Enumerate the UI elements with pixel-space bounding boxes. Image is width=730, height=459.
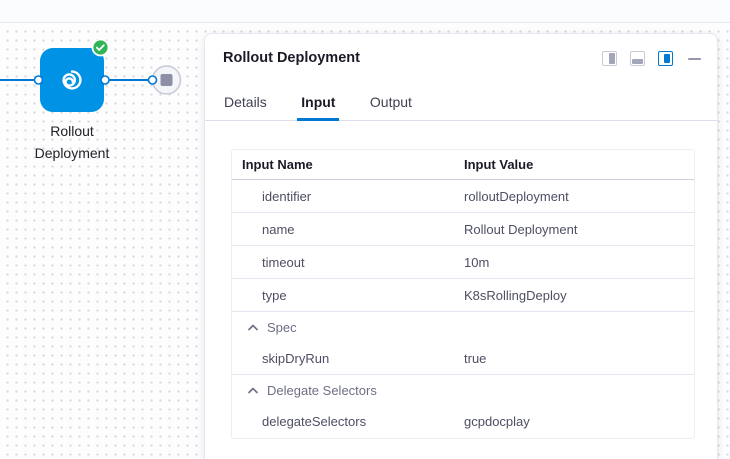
table-row: type K8sRollingDeploy (232, 279, 694, 312)
panel-title: Rollout Deployment (223, 50, 360, 66)
input-table: Input Name Input Value identifier rollou… (231, 149, 695, 439)
input-name-cell: delegateSelectors (232, 414, 464, 429)
tab-input[interactable]: Input (297, 90, 339, 121)
tab-details[interactable]: Details (220, 90, 271, 121)
chevron-up-icon (248, 387, 258, 394)
node-label-line2: Deployment (4, 142, 140, 164)
input-name-cell: type (232, 288, 464, 303)
column-input-name: Input Name (232, 157, 464, 172)
table-row: delegateSelectors gcpdocplay (232, 405, 694, 438)
tab-output[interactable]: Output (366, 90, 416, 121)
dock-bottom-icon[interactable] (630, 51, 645, 66)
node-port-left[interactable] (35, 76, 43, 84)
panel-window-controls (589, 51, 701, 66)
minimize-dash-icon[interactable] (688, 58, 701, 60)
pipeline-flow (0, 40, 200, 130)
input-name-cell: name (232, 222, 464, 237)
table-row: name Rollout Deployment (232, 213, 694, 246)
input-value-cell: gcpdocplay (464, 414, 694, 429)
dock-right-active-icon[interactable] (658, 51, 673, 66)
table-header-row: Input Name Input Value (232, 150, 694, 180)
input-value-cell: rolloutDeployment (464, 189, 694, 204)
input-name-cell: skipDryRun (232, 351, 464, 366)
table-row: timeout 10m (232, 246, 694, 279)
group-label: Spec (267, 320, 297, 335)
group-label: Delegate Selectors (267, 383, 377, 398)
end-node-port[interactable] (149, 76, 157, 84)
table-group-row[interactable]: Delegate Selectors (232, 375, 694, 405)
table-row: identifier rolloutDeployment (232, 180, 694, 213)
node-label-line1: Rollout (4, 120, 140, 142)
table-group-row[interactable]: Spec (232, 312, 694, 342)
stop-square-icon (161, 74, 173, 86)
table-row: skipDryRun true (232, 342, 694, 375)
table-body: identifier rolloutDeployment name Rollou… (232, 180, 694, 438)
step-details-panel: Rollout Deployment Details Input Output … (204, 33, 718, 459)
node-port-right[interactable] (101, 76, 109, 84)
node-label: Rollout Deployment (4, 120, 140, 164)
dock-right-icon[interactable] (602, 51, 617, 66)
input-name-cell: identifier (232, 189, 464, 204)
column-input-value: Input Value (464, 157, 694, 172)
input-value-cell: true (464, 351, 694, 366)
input-value-cell: K8sRollingDeploy (464, 288, 694, 303)
chevron-up-icon (248, 324, 258, 331)
top-strip (0, 0, 730, 23)
panel-tabs: Details Input Output (205, 90, 717, 121)
input-value-cell: Rollout Deployment (464, 222, 694, 237)
input-value-cell: 10m (464, 255, 694, 270)
success-check-icon (93, 40, 109, 56)
input-name-cell: timeout (232, 255, 464, 270)
